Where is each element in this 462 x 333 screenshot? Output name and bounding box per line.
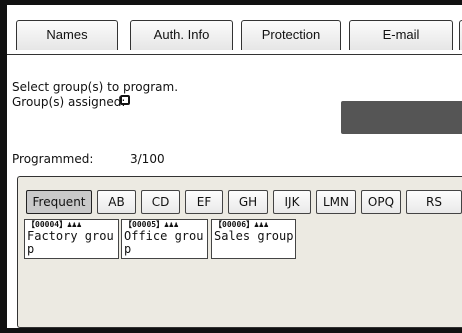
tab-auth-info[interactable]: Auth. Info <box>130 20 233 50</box>
index-tab-ab[interactable]: AB <box>97 190 136 214</box>
programmed-label: Programmed: <box>12 152 94 166</box>
group-icon: ♟♟♟ <box>164 220 179 229</box>
groups-assigned-indicator <box>120 95 130 105</box>
assigned-display-area <box>341 101 462 134</box>
index-tab-rs[interactable]: RS <box>406 190 462 214</box>
tab-names[interactable]: Names <box>16 20 118 50</box>
index-tab-ef[interactable]: EF <box>185 190 223 214</box>
group-name: Office group <box>124 229 204 256</box>
tab-email[interactable]: E-mail <box>349 20 453 50</box>
index-tab-lmn[interactable]: LMN <box>316 190 356 214</box>
index-tab-opq[interactable]: OPQ <box>361 190 401 214</box>
tab-divider <box>7 54 462 55</box>
index-tab-ijk[interactable]: IJK <box>273 190 311 214</box>
programmed-count: 3/100 <box>130 152 165 166</box>
group-button[interactable]: 【00004】♟♟♟ Factory group <box>24 219 119 259</box>
index-tab-cd[interactable]: CD <box>141 190 180 214</box>
index-tab-gh[interactable]: GH <box>228 190 268 214</box>
tab-protection[interactable]: Protection <box>241 20 341 50</box>
group-name: Factory group <box>27 229 114 256</box>
select-groups-prompt: Select group(s) to program. <box>12 80 179 94</box>
group-icon: ♟♟♟ <box>67 220 82 229</box>
group-button[interactable]: 【00005】♟♟♟ Office group <box>121 219 208 259</box>
groups-assigned-label: Group(s) assigned: <box>12 95 126 109</box>
group-name: Sales group <box>214 229 294 243</box>
group-icon: ♟♟♟ <box>254 220 269 229</box>
index-tab-frequent[interactable]: Frequent <box>26 190 92 214</box>
group-button[interactable]: 【00006】♟♟♟ Sales group <box>211 219 296 259</box>
